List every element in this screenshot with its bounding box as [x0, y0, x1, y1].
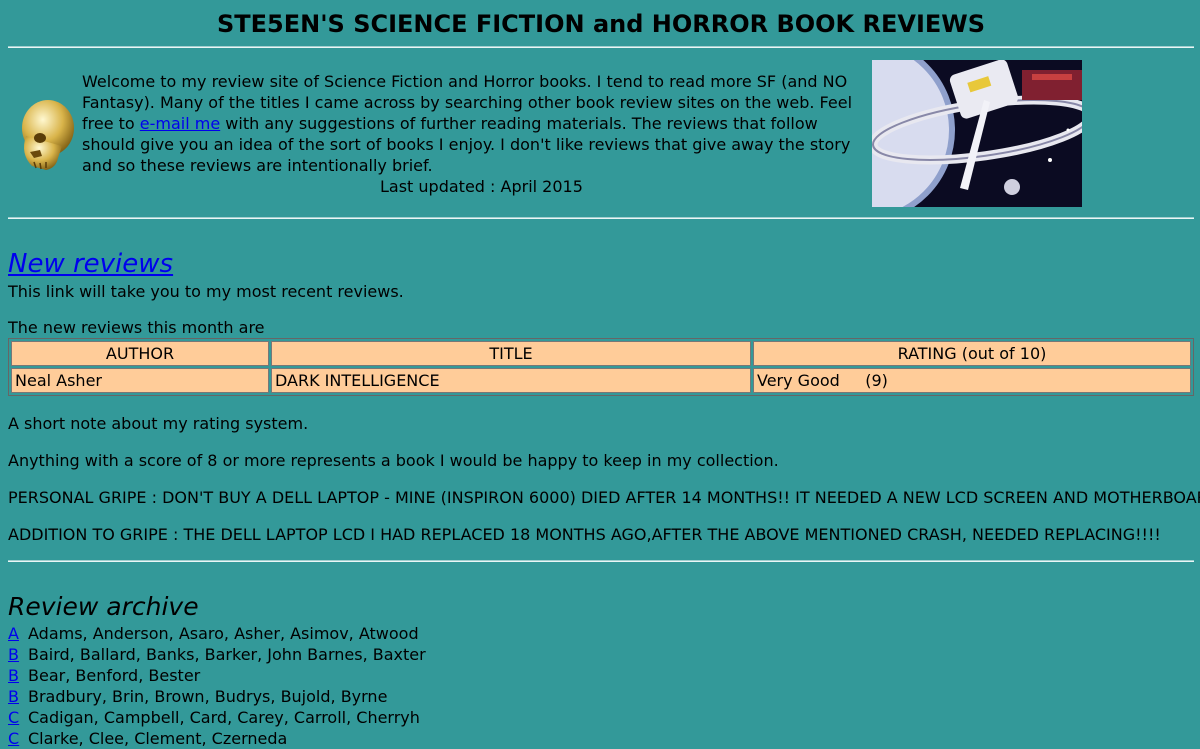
- new-reviews-link[interactable]: New reviews: [8, 248, 173, 280]
- archive-authors: Baird, Ballard, Banks, Barker, John Barn…: [28, 645, 426, 664]
- list-item: B Bear, Benford, Bester: [8, 665, 200, 686]
- rating-note: A short note about my rating system.: [8, 414, 309, 433]
- skull-icon: [22, 100, 74, 170]
- list-item: B Baird, Ballard, Banks, Barker, John Bar…: [8, 644, 426, 665]
- cell-rating: Very Good (9): [753, 368, 1191, 393]
- archive-letter-link[interactable]: B: [8, 644, 28, 665]
- list-item: C Cadigan, Campbell, Card, Carey, Carroll…: [8, 707, 420, 728]
- header-rating: RATING (out of 10): [753, 341, 1191, 366]
- list-item: C Clarke, Clee, Clement, Czerneda: [8, 728, 287, 749]
- table-header-row: AUTHOR TITLE RATING (out of 10): [11, 341, 1191, 366]
- header-title: TITLE: [271, 341, 751, 366]
- gripe-addition-text: ADDITION TO GRIPE : THE DELL LAPTOP LCD …: [8, 525, 1161, 544]
- score-note: Anything with a score of 8 or more repre…: [8, 451, 779, 470]
- archive-letter-link[interactable]: C: [8, 707, 28, 728]
- page-title: STE5EN'S SCIENCE FICTION and HORROR BOOK…: [216, 10, 986, 38]
- cell-author: Neal Asher: [11, 368, 269, 393]
- gripe-text: PERSONAL GRIPE : DON'T BUY A DELL LAPTOP…: [8, 488, 1200, 507]
- archive-letter-link[interactable]: B: [8, 665, 28, 686]
- list-item: A Adams, Anderson, Asaro, Asher, Asimov, …: [8, 623, 419, 644]
- archive-letter-link[interactable]: B: [8, 686, 28, 707]
- archive-letter-link[interactable]: A: [8, 623, 28, 644]
- new-reviews-description: This link will take you to my most recen…: [8, 282, 404, 301]
- space-station-image: [872, 60, 1082, 207]
- archive-title: Review archive: [8, 592, 199, 621]
- archive-authors: Cadigan, Campbell, Card, Carey, Carroll,…: [28, 708, 420, 727]
- email-link[interactable]: e-mail me: [140, 114, 220, 133]
- archive-authors: Bear, Benford, Bester: [28, 666, 201, 685]
- list-item: B Bradbury, Brin, Brown, Budrys, Bujold, …: [8, 686, 387, 707]
- intro-paragraph: Welcome to my review site of Science Fic…: [82, 71, 868, 176]
- divider: [8, 46, 1194, 48]
- archive-authors: Adams, Anderson, Asaro, Asher, Asimov, A…: [28, 624, 419, 643]
- cell-title: DARK INTELLIGENCE: [271, 368, 751, 393]
- archive-authors: Clarke, Clee, Clement, Czerneda: [28, 729, 288, 748]
- new-reviews-table: AUTHOR TITLE RATING (out of 10) Neal Ash…: [8, 338, 1194, 396]
- last-updated: Last updated : April 2015: [380, 177, 583, 196]
- header-author: AUTHOR: [11, 341, 269, 366]
- archive-letter-link[interactable]: C: [8, 728, 28, 749]
- archive-authors: Bradbury, Brin, Brown, Budrys, Bujold, B…: [28, 687, 388, 706]
- divider: [8, 560, 1194, 562]
- month-intro: The new reviews this month are: [8, 318, 265, 337]
- table-row: Neal Asher DARK INTELLIGENCE Very Good (…: [11, 368, 1191, 393]
- divider: [8, 217, 1194, 219]
